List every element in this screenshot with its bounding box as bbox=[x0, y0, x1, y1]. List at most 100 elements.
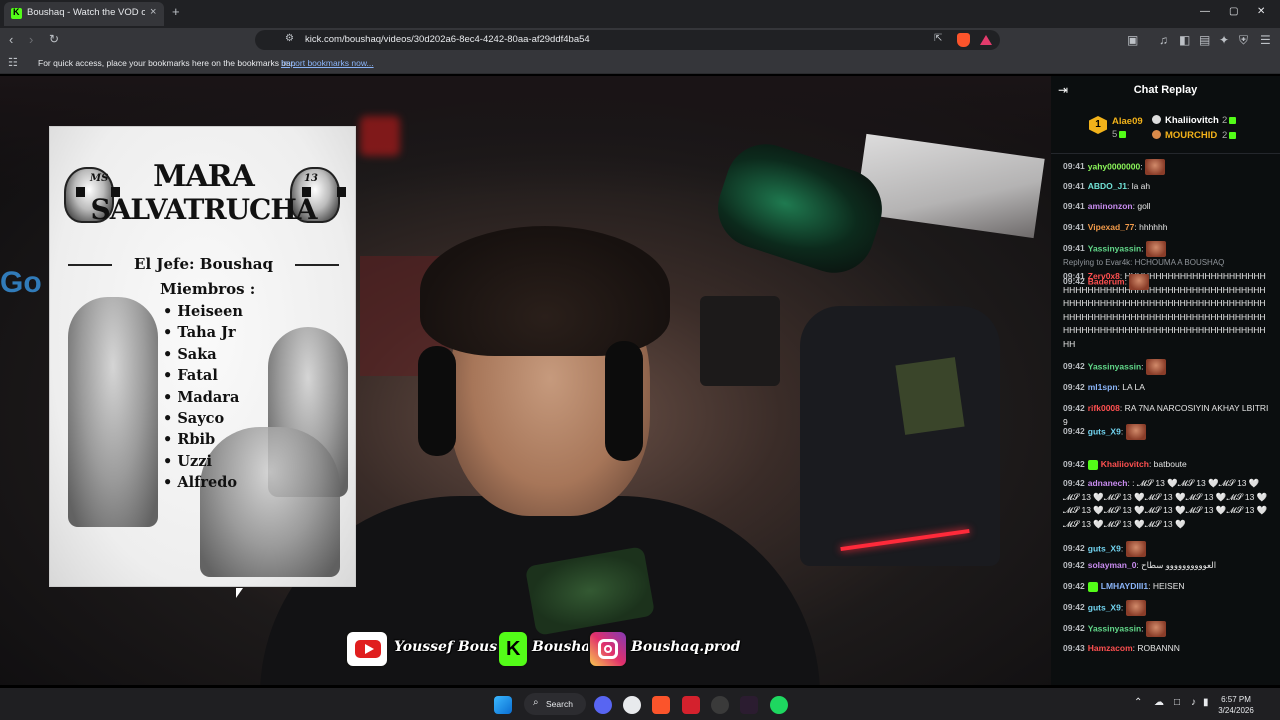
message-username[interactable]: guts_X9 bbox=[1088, 426, 1121, 436]
back-icon[interactable]: ‹ bbox=[9, 32, 13, 47]
message-username[interactable]: Vipexad_77 bbox=[1088, 222, 1135, 232]
leaderboard-name[interactable]: MOURCHID bbox=[1165, 130, 1217, 141]
reply-context: Replying to Evar4k: HCHOUMA A BOUSHAQ bbox=[1063, 258, 1225, 267]
apps-icon[interactable]: ☷ bbox=[8, 56, 18, 69]
spotify-icon[interactable] bbox=[770, 696, 788, 714]
chat-message: 09:42 guts_X9: bbox=[1063, 600, 1269, 616]
clock[interactable]: 6:57 PM 3/24/2026 bbox=[1212, 694, 1260, 716]
message-timestamp: 09:42 bbox=[1063, 426, 1085, 437]
bookmarks-message: For quick access, place your bookmarks h… bbox=[38, 58, 296, 68]
battery-icon[interactable]: ▮ bbox=[1203, 697, 1209, 708]
reload-icon[interactable]: ↻ bbox=[49, 32, 59, 46]
brave-rewards-icon[interactable] bbox=[980, 35, 992, 45]
media-icon[interactable]: ♫ bbox=[1159, 33, 1168, 47]
tab-close-icon[interactable]: × bbox=[150, 6, 156, 18]
message-separator: : bbox=[1120, 543, 1126, 554]
message-username[interactable]: ABDO_J1 bbox=[1088, 181, 1127, 191]
kick-favicon-icon bbox=[11, 7, 22, 19]
site-info-icon[interactable]: ⚙ bbox=[285, 33, 294, 44]
poster-jefe: El Jefe: Boushaq bbox=[134, 255, 273, 273]
message-username[interactable]: solayman_0 bbox=[1088, 560, 1137, 570]
emote-icon bbox=[1144, 159, 1165, 175]
kick-icon: K bbox=[497, 630, 529, 668]
message-text: العوووووووووو سطاح bbox=[1141, 560, 1217, 570]
red-neon-light bbox=[360, 116, 400, 156]
chat-message: 09:41 Yassinyassin: bbox=[1063, 241, 1269, 257]
chat-header: ⇥ Chat Replay bbox=[1051, 76, 1280, 104]
brave-icon[interactable] bbox=[652, 696, 670, 714]
chat-replay-panel: ⇥ Chat Replay 1 Alae09 5 Khaliiovitch 2 … bbox=[1051, 76, 1280, 685]
address-bar[interactable]: ⚙ kick.com/boushaq/videos/30d202a6-8ec4-… bbox=[255, 30, 1000, 50]
emote-icon bbox=[1145, 241, 1166, 257]
import-bookmarks-link[interactable]: Import bookmarks now... bbox=[281, 58, 374, 68]
chevron-up-icon[interactable]: ⌃ bbox=[1134, 697, 1142, 708]
message-username[interactable]: LMHAYDIII1 bbox=[1101, 581, 1148, 591]
cloud-icon[interactable]: ☁ bbox=[1154, 697, 1164, 708]
adobe-icon[interactable] bbox=[682, 696, 700, 714]
message-username[interactable]: Khaliiovitch bbox=[1101, 459, 1149, 469]
vpn-icon[interactable]: ⛨ bbox=[1239, 33, 1248, 48]
message-text: LA LA bbox=[1122, 382, 1145, 392]
leaderboard-name[interactable]: Khaliiovitch bbox=[1165, 115, 1219, 126]
screenshot-icon[interactable]: ▣ bbox=[1127, 33, 1138, 47]
message-username[interactable]: Yassinyassin bbox=[1088, 243, 1141, 253]
video-player[interactable]: Go MS 13 MARA SALVATRUCHA El Jefe: Boush… bbox=[0, 76, 1051, 685]
message-text: hhhhhh bbox=[1139, 222, 1168, 232]
browser-tab[interactable]: Boushaq - Watch the VOD on × bbox=[4, 2, 164, 26]
brave-shields-icon[interactable] bbox=[957, 33, 970, 47]
poster-title-line1: MARA bbox=[153, 159, 255, 194]
message-username[interactable]: yahy0000000 bbox=[1088, 161, 1140, 171]
message-username[interactable]: guts_X9 bbox=[1088, 543, 1121, 553]
message-separator: : bbox=[1120, 426, 1126, 437]
youtube-icon bbox=[345, 630, 389, 668]
share-icon[interactable]: ⇱ bbox=[934, 33, 942, 44]
close-window-button[interactable]: ✕ bbox=[1257, 6, 1265, 17]
message-username[interactable]: Yassinyassin bbox=[1088, 623, 1141, 633]
volume-icon[interactable]: ♪ bbox=[1191, 697, 1196, 708]
message-username[interactable]: Baderum bbox=[1088, 276, 1125, 286]
obs-icon[interactable] bbox=[711, 696, 729, 714]
bookmarks-bar: ☷ For quick access, place your bookmarks… bbox=[0, 52, 1280, 74]
minimize-button[interactable]: — bbox=[1200, 6, 1210, 17]
github-icon[interactable] bbox=[623, 696, 641, 714]
leaderboard-count: 2 bbox=[1222, 130, 1237, 141]
new-tab-button[interactable]: + bbox=[172, 4, 180, 19]
message-username[interactable]: adnanech bbox=[1088, 478, 1128, 488]
message-username[interactable]: Hamzacom bbox=[1088, 643, 1133, 653]
menu-icon[interactable]: ☰ bbox=[1260, 33, 1271, 47]
maximize-button[interactable]: ▢ bbox=[1229, 6, 1238, 17]
wallet-icon[interactable]: ▤ bbox=[1199, 33, 1210, 47]
neon-sign: Go bbox=[0, 266, 42, 299]
message-username[interactable]: Yassinyassin bbox=[1088, 361, 1141, 371]
url-text[interactable]: kick.com/boushaq/videos/30d202a6-8ec4-42… bbox=[305, 34, 590, 45]
leaderboard-name[interactable]: Alae09 bbox=[1112, 116, 1143, 127]
message-timestamp: 09:41 bbox=[1063, 161, 1085, 172]
gift-leaderboard: 1 Alae09 5 Khaliiovitch 2 MOURCHID 2 bbox=[1051, 106, 1280, 154]
network-icon[interactable]: □ bbox=[1174, 697, 1180, 708]
instagram-label: Boushaq.prod bbox=[631, 639, 741, 655]
message-timestamp: 09:42 bbox=[1063, 459, 1085, 469]
chat-message: 09:42 Khaliiovitch: batboute bbox=[1063, 458, 1269, 472]
emote-icon bbox=[1145, 621, 1166, 637]
emote-icon bbox=[1129, 274, 1150, 290]
shelf bbox=[700, 296, 780, 386]
leo-icon[interactable]: ✦ bbox=[1219, 33, 1229, 47]
capcut-icon[interactable] bbox=[740, 696, 758, 714]
message-text: HEISEN bbox=[1152, 581, 1185, 591]
message-username[interactable]: aminonzon bbox=[1088, 201, 1133, 211]
rank-badge-icon: 1 bbox=[1089, 116, 1107, 134]
message-username[interactable]: guts_X9 bbox=[1088, 602, 1121, 612]
message-username[interactable]: rifk0008 bbox=[1088, 403, 1120, 413]
discord-icon[interactable] bbox=[594, 696, 612, 714]
gang-figure-left bbox=[68, 297, 158, 527]
message-timestamp: 09:41 bbox=[1063, 222, 1085, 232]
taskbar-search[interactable]: ⌕ Search bbox=[524, 693, 586, 715]
message-username[interactable]: ml1spn bbox=[1088, 382, 1118, 392]
chat-message: 09:41 aminonzon: goll bbox=[1063, 200, 1269, 214]
forward-icon[interactable]: › bbox=[29, 32, 33, 47]
sidebar-icon[interactable]: ◧ bbox=[1179, 33, 1190, 47]
tab-strip: Boushaq - Watch the VOD on × + — ▢ ✕ bbox=[0, 0, 1280, 28]
windows-start-icon[interactable] bbox=[494, 696, 512, 714]
message-timestamp: 09:42 bbox=[1063, 382, 1085, 392]
member-item: Rbib bbox=[163, 429, 243, 450]
